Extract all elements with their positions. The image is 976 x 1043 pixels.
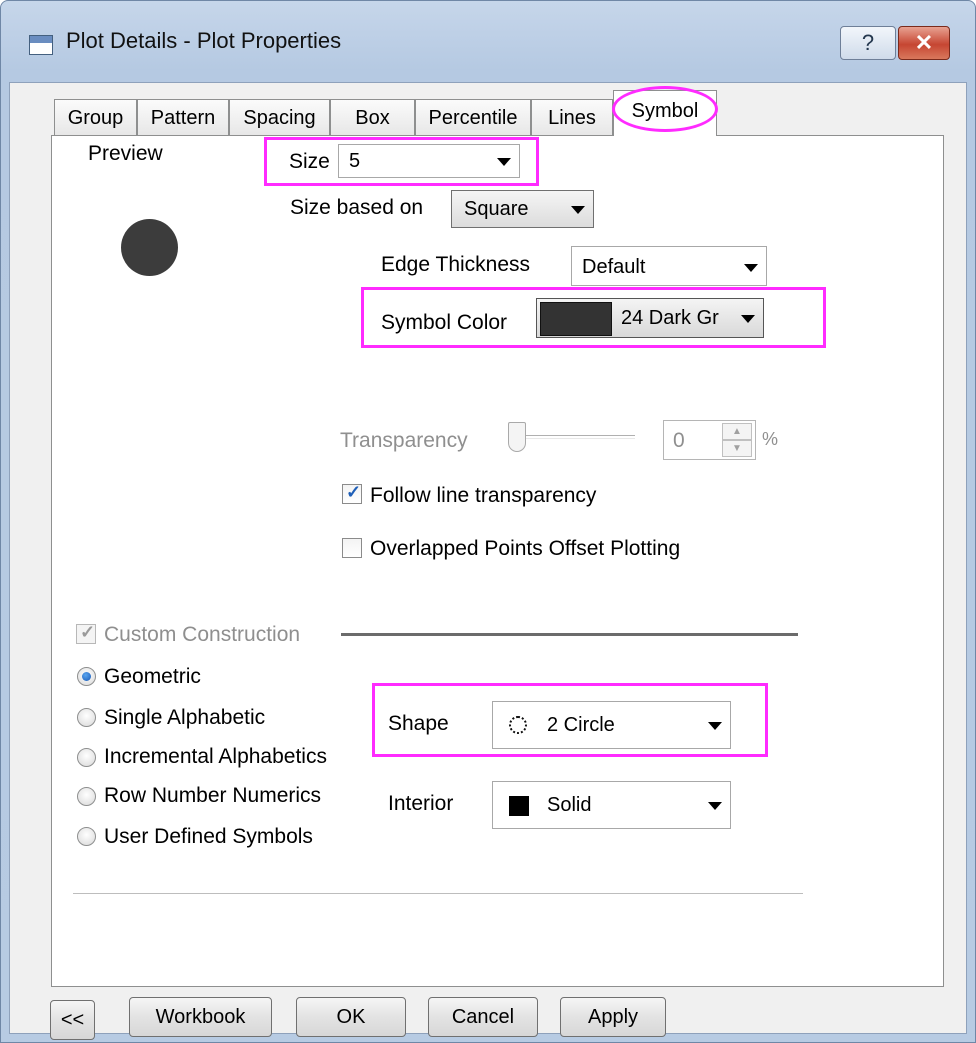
transparency-slider-track[interactable] xyxy=(513,435,635,439)
tab-lines[interactable]: Lines xyxy=(531,99,613,135)
preview-label: Preview xyxy=(88,142,163,165)
chevron-down-icon xyxy=(497,158,511,166)
ok-button[interactable]: OK xyxy=(296,997,406,1037)
app-window-icon xyxy=(29,35,53,55)
interior-label: Interior xyxy=(388,792,454,815)
percent-unit: % xyxy=(762,429,779,449)
cancel-button[interactable]: Cancel xyxy=(428,997,538,1037)
edge-thickness-label: Edge Thickness xyxy=(381,253,531,276)
incremental-alphabetics-label: Incremental Alphabetics xyxy=(104,745,327,768)
apply-button[interactable]: Apply xyxy=(560,997,666,1037)
symbol-preview xyxy=(121,219,178,276)
size-based-on-label: Size based on xyxy=(290,196,424,219)
edge-thickness-value: Default xyxy=(582,256,646,278)
chevron-down-icon xyxy=(744,264,758,272)
shape-label: Shape xyxy=(388,712,449,735)
window-title: Plot Details - Plot Properties xyxy=(66,28,342,53)
overlapped-points-label: Overlapped Points Offset Plotting xyxy=(370,537,681,560)
spin-up-icon[interactable]: ▲ xyxy=(722,423,752,440)
custom-construction-label: Custom Construction xyxy=(104,623,301,646)
spin-down-icon[interactable]: ▼ xyxy=(722,440,752,457)
collapse-button[interactable]: << xyxy=(50,1000,95,1040)
chevron-down-icon xyxy=(741,315,755,323)
radio-incremental-alphabetics[interactable] xyxy=(77,748,96,767)
size-based-on-dropdown[interactable]: Square xyxy=(451,190,594,228)
size-label: Size xyxy=(289,150,330,173)
checkmark-icon: ✓ xyxy=(346,482,362,502)
solid-fill-icon xyxy=(509,796,529,816)
chevron-down-icon xyxy=(708,722,722,730)
checkmark-icon: ✓ xyxy=(80,622,96,642)
symbol-tab-highlight xyxy=(612,86,718,132)
transparency-label: Transparency xyxy=(340,429,468,452)
transparency-value: 0 xyxy=(673,429,685,452)
size-dropdown[interactable]: 5 xyxy=(338,144,520,178)
help-button[interactable]: ? xyxy=(840,26,896,60)
tab-percentile[interactable]: Percentile xyxy=(415,99,531,135)
overlapped-points-checkbox[interactable] xyxy=(342,538,362,558)
follow-line-transparency-label: Follow line transparency xyxy=(370,484,597,507)
circle-shape-icon xyxy=(509,716,527,734)
close-button[interactable]: ✕ xyxy=(898,26,950,60)
radio-geometric[interactable] xyxy=(77,667,96,686)
symbol-color-value: 24 Dark Gr xyxy=(621,307,719,329)
workbook-button[interactable]: Workbook xyxy=(129,997,272,1037)
size-based-on-value: Square xyxy=(464,198,529,220)
radio-row-number-numerics[interactable] xyxy=(77,787,96,806)
tab-box[interactable]: Box xyxy=(330,99,415,135)
color-swatch xyxy=(540,302,612,336)
user-defined-symbols-label: User Defined Symbols xyxy=(104,825,313,848)
shape-dropdown[interactable]: 2 Circle xyxy=(492,701,731,749)
shape-value: 2 Circle xyxy=(547,714,615,736)
size-value: 5 xyxy=(349,150,361,172)
radio-user-defined-symbols[interactable] xyxy=(77,827,96,846)
single-alphabetic-label: Single Alphabetic xyxy=(104,706,266,729)
chevron-down-icon xyxy=(571,206,585,214)
bottom-divider xyxy=(73,893,803,894)
interior-dropdown[interactable]: Solid xyxy=(492,781,731,829)
custom-construction-checkbox[interactable]: ✓ xyxy=(76,622,96,644)
symbol-color-dropdown[interactable]: 24 Dark Gr xyxy=(536,298,764,338)
chevron-down-icon xyxy=(708,802,722,810)
follow-line-transparency-checkbox[interactable]: ✓ xyxy=(342,482,362,504)
interior-value: Solid xyxy=(547,794,592,816)
section-divider xyxy=(341,633,798,636)
tab-group[interactable]: Group xyxy=(54,99,137,135)
edge-thickness-dropdown[interactable]: Default xyxy=(571,246,767,286)
row-number-numerics-label: Row Number Numerics xyxy=(104,784,322,807)
transparency-slider-thumb[interactable] xyxy=(508,422,526,452)
tab-spacing[interactable]: Spacing xyxy=(229,99,330,135)
tab-pattern[interactable]: Pattern xyxy=(137,99,229,135)
geometric-label: Geometric xyxy=(104,665,201,688)
symbol-color-label: Symbol Color xyxy=(381,311,508,334)
radio-single-alphabetic[interactable] xyxy=(77,708,96,727)
